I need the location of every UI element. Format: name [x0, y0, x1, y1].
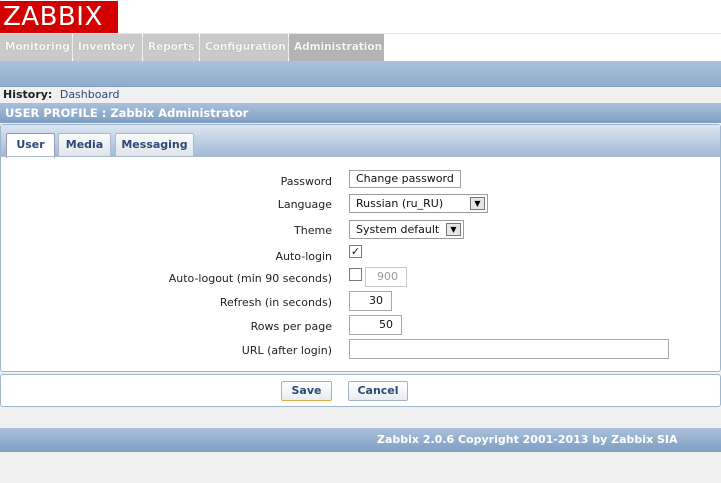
- rows-per-page-input[interactable]: 50: [349, 315, 402, 335]
- main-menu: Monitoring Inventory Reports Configurati…: [0, 34, 721, 61]
- chevron-down-icon[interactable]: ▼: [446, 223, 461, 236]
- autologin-checkbox[interactable]: ✓: [349, 245, 362, 258]
- rows-per-page-label: Rows per page: [250, 320, 332, 333]
- tab-messaging[interactable]: Messaging: [115, 133, 194, 157]
- cancel-button[interactable]: Cancel: [348, 381, 408, 401]
- zabbix-logo[interactable]: ZABBIX: [0, 1, 118, 33]
- autologin-label: Auto-login: [275, 250, 332, 263]
- language-select[interactable]: Russian (ru_RU) ▼: [349, 194, 488, 213]
- menu-configuration[interactable]: Configuration: [200, 34, 288, 61]
- tab-media[interactable]: Media: [58, 133, 111, 157]
- copyright-text: Zabbix 2.0.6 Copyright 2001-2013 by Zabb…: [377, 433, 678, 446]
- form-actions: Save Cancel: [0, 374, 721, 407]
- password-label: Password: [280, 175, 332, 188]
- refresh-input[interactable]: 30: [349, 291, 392, 311]
- menu-inventory[interactable]: Inventory: [73, 34, 142, 61]
- page-footer: Zabbix 2.0.6 Copyright 2001-2013 by Zabb…: [0, 428, 721, 452]
- history-label: History:: [3, 88, 53, 101]
- top-bar: ZABBIX: [0, 0, 721, 34]
- menu-reports[interactable]: Reports: [143, 34, 199, 61]
- change-password-button[interactable]: Change password: [349, 170, 461, 188]
- menu-administration[interactable]: Administration: [289, 34, 384, 61]
- tab-divider: [1, 156, 720, 157]
- autologout-input[interactable]: 900: [365, 267, 407, 287]
- theme-value: System default: [356, 223, 440, 236]
- user-profile-form: User Media Messaging Password Change pas…: [0, 124, 721, 372]
- refresh-label: Refresh (in seconds): [219, 296, 332, 309]
- autologout-checkbox[interactable]: [349, 268, 362, 281]
- tab-user[interactable]: User: [6, 133, 55, 158]
- sub-menu-bar: [0, 61, 721, 87]
- tab-bar: User Media Messaging: [1, 125, 720, 158]
- url-label: URL (after login): [241, 344, 332, 357]
- save-button[interactable]: Save: [281, 381, 332, 401]
- url-input[interactable]: [349, 339, 669, 359]
- language-value: Russian (ru_RU): [356, 197, 444, 210]
- language-label: Language: [277, 198, 332, 211]
- page-title: USER PROFILE : Zabbix Administrator: [0, 103, 721, 123]
- theme-label: Theme: [294, 224, 332, 237]
- autologout-label: Auto-logout (min 90 seconds): [168, 272, 332, 285]
- menu-monitoring[interactable]: Monitoring: [0, 34, 72, 61]
- history-link-dashboard[interactable]: Dashboard: [60, 88, 120, 101]
- chevron-down-icon[interactable]: ▼: [470, 197, 485, 210]
- theme-select[interactable]: System default ▼: [349, 220, 464, 239]
- history-bar: History: Dashboard: [3, 88, 120, 101]
